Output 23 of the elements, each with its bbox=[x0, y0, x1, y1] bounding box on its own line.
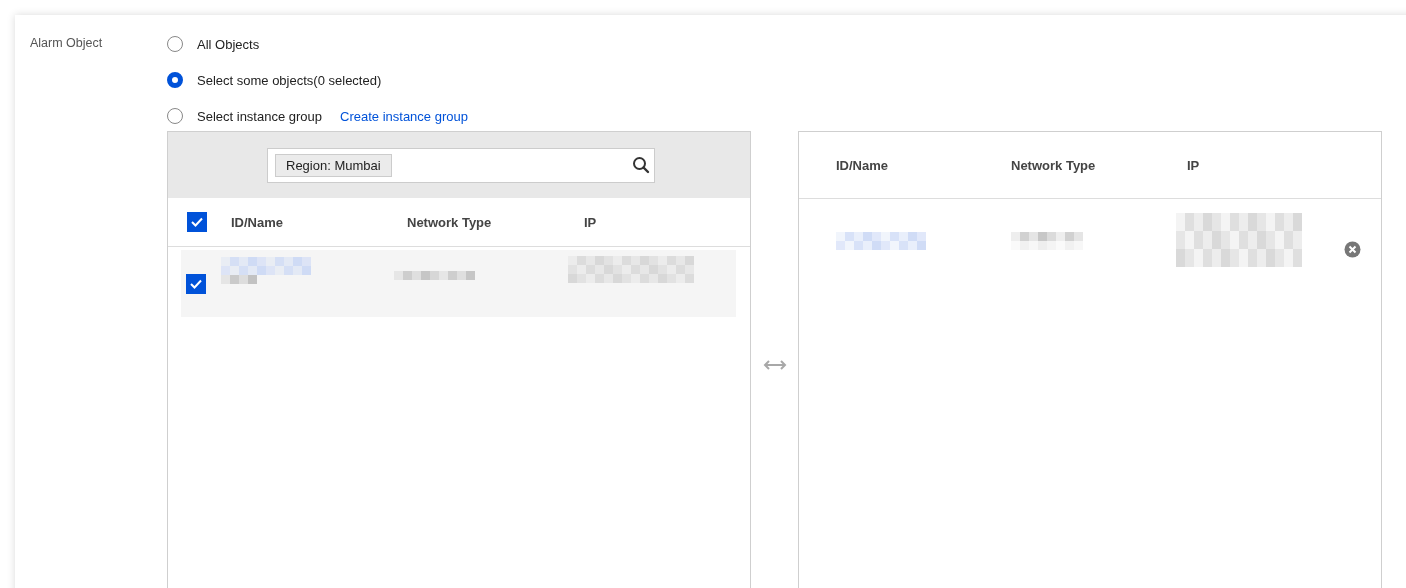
check-icon bbox=[190, 278, 202, 289]
column-header: IP bbox=[584, 214, 597, 230]
option-label: All Objects bbox=[197, 36, 260, 52]
radio-button[interactable] bbox=[167, 72, 183, 88]
remove-icon[interactable] bbox=[1344, 241, 1361, 258]
option-label: Select some objects bbox=[197, 72, 314, 88]
field-label: Alarm Object bbox=[30, 35, 104, 50]
search-icon[interactable] bbox=[632, 156, 650, 174]
create-group-link[interactable]: Create instance group bbox=[340, 108, 468, 124]
column-header: ID/Name bbox=[836, 157, 889, 173]
option-label: Select instance group bbox=[197, 108, 323, 124]
row-checkbox[interactable] bbox=[186, 273, 206, 294]
column-header: Network Type bbox=[407, 214, 492, 230]
search-field[interactable]: Region: Mumbai bbox=[267, 147, 655, 183]
transfer-arrow-icon bbox=[761, 359, 788, 371]
region-tag[interactable]: Region: Mumbai bbox=[275, 153, 392, 177]
select-all-checkbox[interactable] bbox=[187, 212, 207, 232]
check-icon bbox=[191, 217, 203, 227]
selected-count: (0 selected) bbox=[313, 72, 382, 88]
column-header: IP bbox=[1187, 157, 1200, 173]
column-header: ID/Name bbox=[231, 214, 284, 230]
redacted-block bbox=[1011, 232, 1083, 250]
column-header: Network Type bbox=[1011, 157, 1096, 173]
